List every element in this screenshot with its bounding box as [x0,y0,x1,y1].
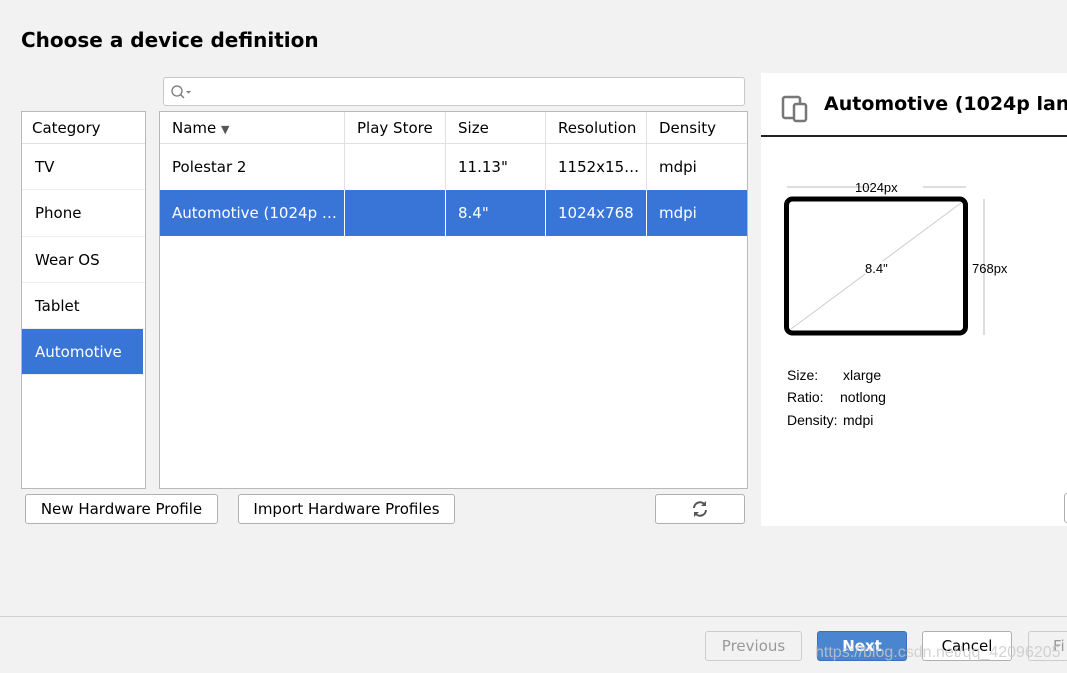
size-label: Size: [787,367,819,383]
cell-density: mdpi [659,204,697,222]
table-row[interactable]: Polestar 2 11.13" 1152x15… mdpi [160,144,747,190]
size-value: xlarge [843,367,882,383]
cell-play-store [345,190,446,236]
search-input[interactable] [163,77,745,106]
column-header-density[interactable]: Density [647,112,747,143]
header-label: Name [172,119,217,137]
refresh-button[interactable] [655,494,745,524]
cell-play-store [345,144,446,190]
density-value: mdpi [843,412,874,428]
search-icon [171,85,191,99]
refresh-icon [693,501,707,517]
cell-resolution: 1152x15… [546,144,647,190]
page-title: Choose a device definition [21,28,319,52]
category-tablet[interactable]: Tablet [22,283,145,330]
ratio-label: Ratio: [787,389,824,405]
category-wear-os[interactable]: Wear OS [22,237,145,283]
width-label: 1024px [855,180,898,195]
divider [761,135,1067,137]
cell-size: 11.13" [446,144,546,190]
category-phone[interactable]: Phone [22,190,145,237]
density-label: Density: [787,412,838,428]
device-detail-panel: Automotive (1024p landsc 1024px 768px 8.… [761,73,1067,526]
cell-size: 8.4" [446,190,546,236]
category-tv[interactable]: TV [22,144,145,191]
screen-diagram [784,186,985,336]
column-header-resolution[interactable]: Resolution [546,112,647,143]
table-row[interactable]: Automotive (1024p … 8.4" 1024x768 mdpi [160,190,747,236]
column-header-play-store[interactable]: Play Store [345,112,446,143]
column-header-size[interactable]: Size [446,112,546,143]
ratio-value: notlong [840,389,886,405]
device-table: Name ▼ Play Store Size Resolution Densit… [159,111,748,489]
category-list: Category TV Phone Wear OS Tablet Automot… [21,111,146,489]
device-title: Automotive (1024p landsc [824,93,1067,115]
diagonal-label: 8.4" [865,261,888,276]
column-header-name[interactable]: Name ▼ [160,112,345,143]
cell-density: mdpi [659,158,697,176]
cell-name: Polestar 2 [160,144,345,190]
category-header: Category [22,112,145,144]
cell-name: Automotive (1024p … [160,190,345,236]
devices-icon [781,95,808,123]
previous-button[interactable]: Previous [705,631,802,661]
import-hardware-profiles-button[interactable]: Import Hardware Profiles [238,494,455,524]
sort-descending-icon: ▼ [221,123,230,136]
height-label: 768px [972,261,1008,276]
category-automotive[interactable]: Automotive [22,329,143,376]
watermark: https://blog.csdn.net/qq_42096205 [815,644,1061,661]
new-hardware-profile-button[interactable]: New Hardware Profile [25,494,218,524]
cell-resolution: 1024x768 [546,190,647,236]
